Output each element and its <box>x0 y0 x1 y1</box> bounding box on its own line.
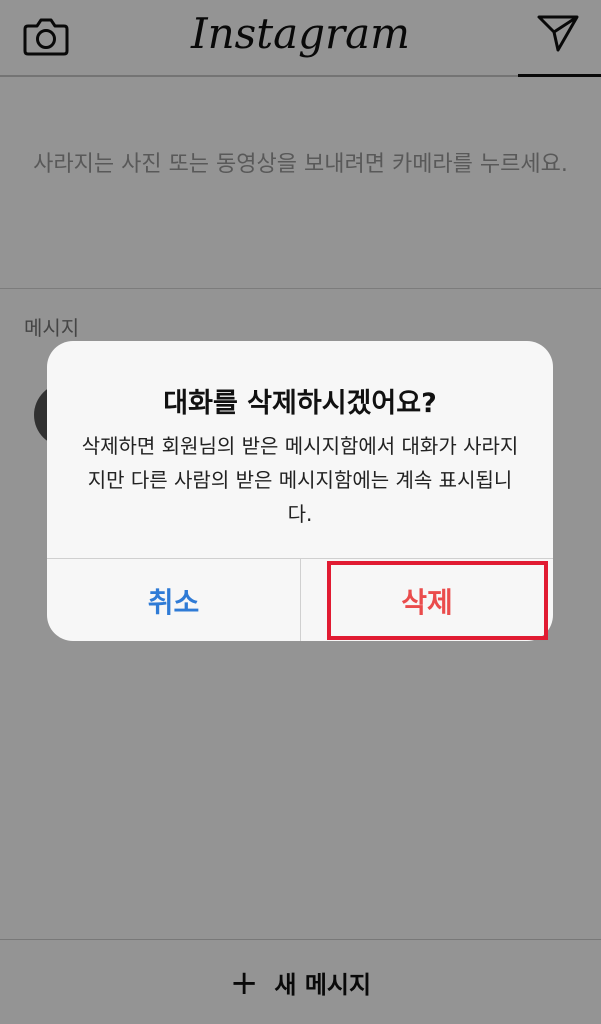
delete-highlight-box <box>327 561 548 640</box>
cancel-button[interactable]: 취소 <box>47 559 300 641</box>
dialog-message: 삭제하면 회원님의 받은 메시지함에서 대화가 사라지지만 다른 사람의 받은 … <box>81 434 519 526</box>
dialog-title: 대화를 삭제하시겠어요? <box>163 388 437 419</box>
